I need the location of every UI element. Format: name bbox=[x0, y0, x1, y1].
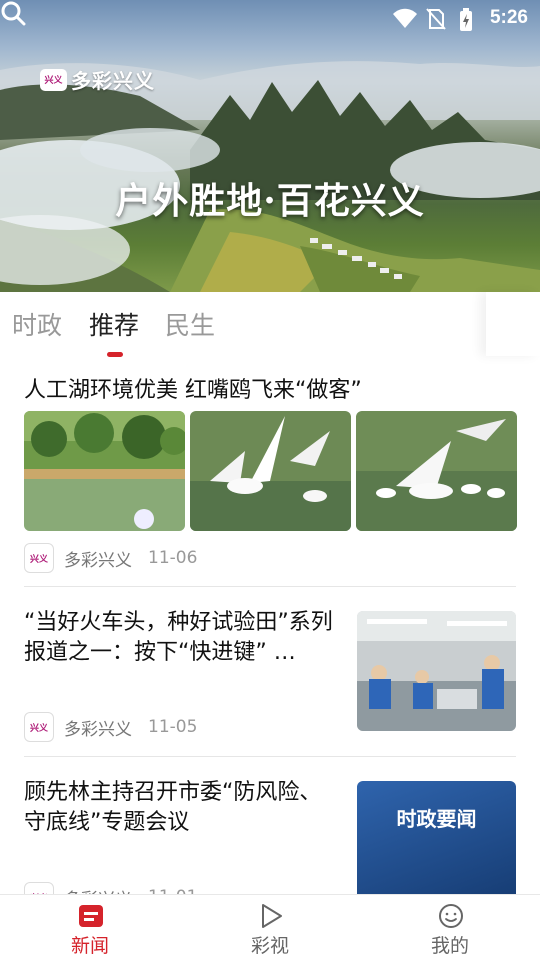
hero-banner[interactable]: 5:26 兴义 多彩兴义 户外胜地·百花兴义 bbox=[0, 0, 540, 292]
no-sim-icon bbox=[426, 8, 446, 30]
nav-profile-label: 我的 bbox=[430, 935, 469, 957]
tab-tuijian[interactable]: 推荐 bbox=[89, 306, 139, 342]
tab-minsheng[interactable]: 民生 bbox=[165, 306, 215, 342]
image-grid bbox=[24, 411, 517, 531]
nav-profile[interactable]: 我的 bbox=[360, 895, 540, 961]
app-logo-text: 兴义 bbox=[44, 76, 63, 86]
thumbnail-text: 时政要闻 bbox=[396, 807, 477, 831]
news-feed[interactable]: 人工湖环境优美 红嘴鸥飞来“做客” 兴义 多彩兴义 11-06 “当好火车头，种… bbox=[0, 362, 540, 894]
nav-video[interactable]: 彩视 bbox=[180, 895, 360, 961]
app-logo: 兴义 bbox=[40, 68, 67, 91]
active-tab-indicator bbox=[107, 352, 123, 357]
bottom-navigation: 新闻 彩视 我的 bbox=[0, 894, 540, 960]
source-logo: 兴义 bbox=[24, 712, 54, 742]
news-meta: 兴义 多彩兴义 11-06 bbox=[24, 543, 197, 573]
divider bbox=[24, 586, 516, 587]
news-title: 人工湖环境优美 红嘴鸥飞来“做客” bbox=[24, 378, 362, 403]
news-meta: 兴义 多彩兴义 11-05 bbox=[24, 712, 197, 742]
source-logo: 兴义 bbox=[24, 543, 54, 573]
status-time: 5:26 bbox=[489, 7, 528, 28]
wifi-icon bbox=[393, 8, 417, 28]
news-thumbnail bbox=[357, 611, 516, 731]
source-logo: 兴义 bbox=[24, 882, 54, 894]
news-date: 11-06 bbox=[148, 548, 198, 568]
tabs-more-fade bbox=[486, 292, 540, 356]
profile-icon bbox=[439, 904, 463, 928]
news-image bbox=[356, 411, 517, 531]
nav-video-label: 彩视 bbox=[250, 935, 289, 957]
news-title: 顾先林主持召开市委“防风险、守底线”专题会议 bbox=[24, 780, 322, 835]
battery-charging-icon bbox=[460, 8, 472, 31]
category-tabs: 时政 推荐 民生 bbox=[0, 292, 540, 362]
news-thumbnail: 时政要闻 bbox=[357, 781, 516, 894]
news-source: 多彩兴义 bbox=[64, 550, 132, 571]
search-icon[interactable] bbox=[0, 0, 26, 26]
status-bar: 5:26 bbox=[0, 0, 540, 40]
app-brand: 兴义 多彩兴义 bbox=[40, 65, 155, 94]
play-icon bbox=[262, 904, 282, 928]
nav-news[interactable]: 新闻 bbox=[0, 895, 180, 961]
divider bbox=[24, 756, 516, 757]
news-date: 11-01 bbox=[148, 887, 197, 894]
hero-landscape-image bbox=[0, 61, 540, 292]
news-image bbox=[24, 411, 185, 531]
news-title: “当好火车头，种好试验田”系列报道之一：按下“快进键” … bbox=[24, 610, 333, 665]
nav-news-label: 新闻 bbox=[70, 935, 109, 957]
news-image bbox=[190, 411, 351, 531]
app-name: 多彩兴义 bbox=[71, 69, 155, 93]
news-icon bbox=[79, 905, 103, 927]
news-source: 多彩兴义 bbox=[64, 719, 132, 740]
hero-slogan: 户外胜地·百花兴义 bbox=[115, 180, 425, 222]
tab-shizheng[interactable]: 时政 bbox=[12, 306, 62, 342]
news-source: 多彩兴义 bbox=[64, 885, 132, 895]
news-meta: 兴义 多彩兴义 11-01 bbox=[24, 882, 197, 894]
news-date: 11-05 bbox=[148, 717, 198, 737]
